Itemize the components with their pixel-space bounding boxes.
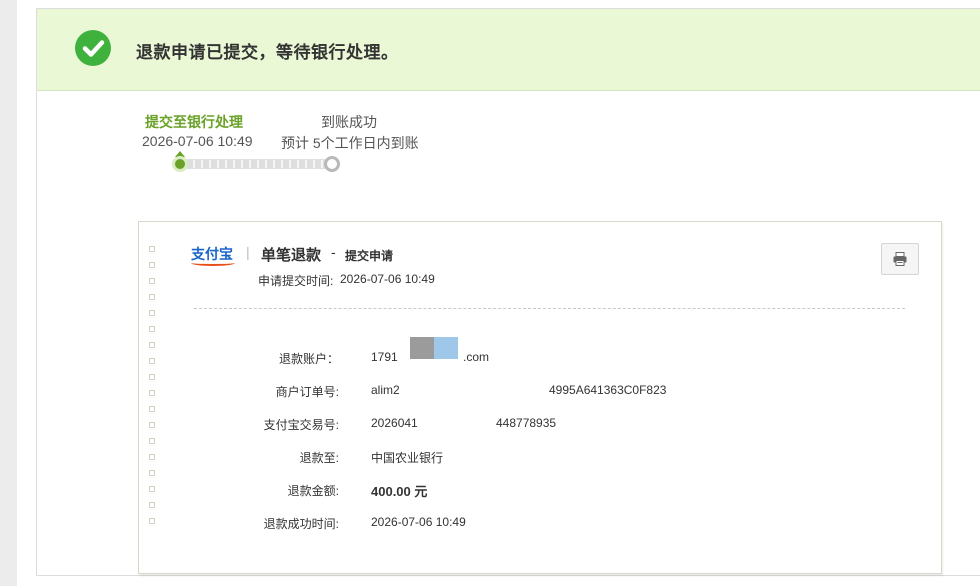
check-circle-icon <box>75 30 111 66</box>
refund-to-value: 中国农业银行 <box>371 451 444 465</box>
alipay-trade-no-value-end: 448778935 <box>496 416 557 430</box>
print-button[interactable] <box>881 243 919 275</box>
refund-account-label: 退款账户： <box>278 352 339 366</box>
receipt-divider <box>194 308 905 309</box>
progress-dot-done <box>172 156 188 172</box>
refund-account-value-end: .com <box>463 350 490 364</box>
receipt-subtitle: 提交申请 <box>345 249 394 263</box>
submit-time-label: 申请提交时间: <box>258 274 334 288</box>
refund-success-time-value: 2026-07-06 10:49 <box>371 515 466 529</box>
refund-status-panel: 退款申请已提交，等待银行处理。 提交至银行处理 2026-07-06 10:49… <box>36 8 980 576</box>
left-gutter <box>0 0 17 586</box>
merchant-order-value-start: alim2 <box>371 383 400 397</box>
step-bank-processing-title: 提交至银行处理 <box>145 114 243 130</box>
alipay-trade-no-label: 支付宝交易号: <box>263 418 339 432</box>
title-separator: | <box>246 244 250 260</box>
refund-success-time-label: 退款成功时间: <box>263 517 339 531</box>
refund-to-label: 退款至: <box>299 451 339 465</box>
alipay-logo: 支付宝 <box>191 244 235 266</box>
receipt-title: 单笔退款 <box>261 247 322 264</box>
refund-receipt: 支付宝 | 单笔退款 - 提交申请 申请提交时间: 2026-07-06 10:… <box>138 221 942 574</box>
alipay-trade-no-value-start: 2026041 <box>371 416 418 430</box>
progress-track <box>178 159 330 169</box>
refund-account-value-start: 1791 <box>371 350 398 364</box>
step-bank-processing-time: 2026-07-06 10:49 <box>142 133 253 149</box>
submit-time-value: 2026-07-06 10:49 <box>340 272 435 286</box>
progress-dot-pending <box>324 156 340 172</box>
title-dash: - <box>331 244 336 260</box>
step-arrival-estimate: 预计 5个工作日内到账 <box>281 135 419 151</box>
printer-icon <box>893 252 907 266</box>
banner-message: 退款申请已提交，等待银行处理。 <box>136 43 399 62</box>
refund-amount-value: 400.00 元 <box>371 484 428 499</box>
merchant-order-value-end: 4995A641363C0F823 <box>549 383 667 397</box>
refund-amount-label: 退款金额: <box>287 484 339 498</box>
redaction-block <box>410 337 434 359</box>
merchant-order-label: 商户订单号: <box>275 385 339 399</box>
redaction-block <box>434 337 458 359</box>
success-banner: 退款申请已提交，等待银行处理。 <box>37 9 980 91</box>
step-arrival-title: 到账成功 <box>321 114 377 130</box>
